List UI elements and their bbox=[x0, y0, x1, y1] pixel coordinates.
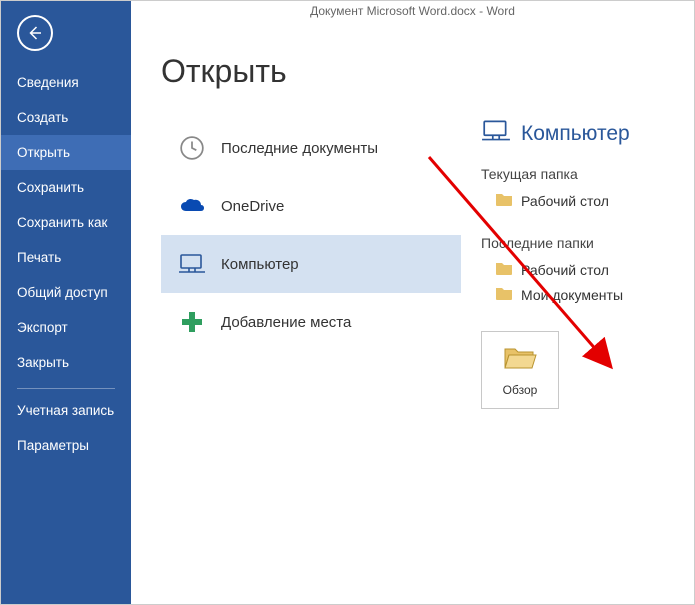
recent-folder-link[interactable]: Рабочий стол bbox=[481, 257, 684, 282]
folder-name: Рабочий стол bbox=[521, 193, 609, 209]
folder-icon bbox=[495, 286, 513, 303]
nav-item-options[interactable]: Параметры bbox=[1, 428, 131, 463]
plus-icon bbox=[175, 310, 209, 334]
browse-label: Обзор bbox=[503, 383, 538, 397]
app-window: Сведения Создать Открыть Сохранить Сохра… bbox=[0, 0, 695, 605]
location-label: OneDrive bbox=[221, 198, 284, 215]
page-title: Открыть bbox=[161, 53, 287, 90]
folder-icon bbox=[495, 261, 513, 278]
main-panel: Открыть Последние документы OneDrive bbox=[131, 1, 694, 604]
recent-folder-link[interactable]: Мои документы bbox=[481, 282, 684, 307]
location-label: Последние документы bbox=[221, 140, 378, 157]
computer-icon bbox=[481, 119, 511, 148]
current-folder-heading: Текущая папка bbox=[481, 166, 684, 182]
nav-item-print[interactable]: Печать bbox=[1, 240, 131, 275]
location-onedrive[interactable]: OneDrive bbox=[161, 177, 461, 235]
location-add-place[interactable]: Добавление места bbox=[161, 293, 461, 351]
location-list: Последние документы OneDrive Компьютер bbox=[161, 119, 461, 594]
folder-name: Рабочий стол bbox=[521, 262, 609, 278]
location-recent[interactable]: Последние документы bbox=[161, 119, 461, 177]
location-label: Компьютер bbox=[221, 256, 299, 273]
current-folder-link[interactable]: Рабочий стол bbox=[481, 188, 684, 213]
nav-item-export[interactable]: Экспорт bbox=[1, 310, 131, 345]
arrow-left-icon bbox=[26, 24, 44, 42]
details-title: Компьютер bbox=[521, 122, 630, 146]
nav-item-close[interactable]: Закрыть bbox=[1, 345, 131, 380]
nav-item-share[interactable]: Общий доступ bbox=[1, 275, 131, 310]
sidebar-divider bbox=[17, 388, 115, 389]
location-label: Добавление места bbox=[221, 314, 351, 331]
folder-icon bbox=[495, 192, 513, 209]
back-button[interactable] bbox=[17, 15, 53, 51]
folder-open-icon bbox=[503, 344, 537, 375]
location-details: Компьютер Текущая папка Рабочий стол Пос… bbox=[461, 119, 684, 594]
computer-icon bbox=[175, 253, 209, 275]
nav-item-save-as[interactable]: Сохранить как bbox=[1, 205, 131, 240]
nav-item-open[interactable]: Открыть bbox=[1, 135, 131, 170]
onedrive-icon bbox=[175, 197, 209, 215]
location-computer[interactable]: Компьютер bbox=[161, 235, 461, 293]
backstage-sidebar: Сведения Создать Открыть Сохранить Сохра… bbox=[1, 1, 131, 604]
nav-item-account[interactable]: Учетная запись bbox=[1, 393, 131, 428]
browse-button[interactable]: Обзор bbox=[481, 331, 559, 409]
clock-icon bbox=[175, 135, 209, 161]
nav-item-info[interactable]: Сведения bbox=[1, 65, 131, 100]
nav-item-save[interactable]: Сохранить bbox=[1, 170, 131, 205]
nav-item-new[interactable]: Создать bbox=[1, 100, 131, 135]
recent-folders-heading: Последние папки bbox=[481, 235, 684, 251]
folder-name: Мои документы bbox=[521, 287, 623, 303]
